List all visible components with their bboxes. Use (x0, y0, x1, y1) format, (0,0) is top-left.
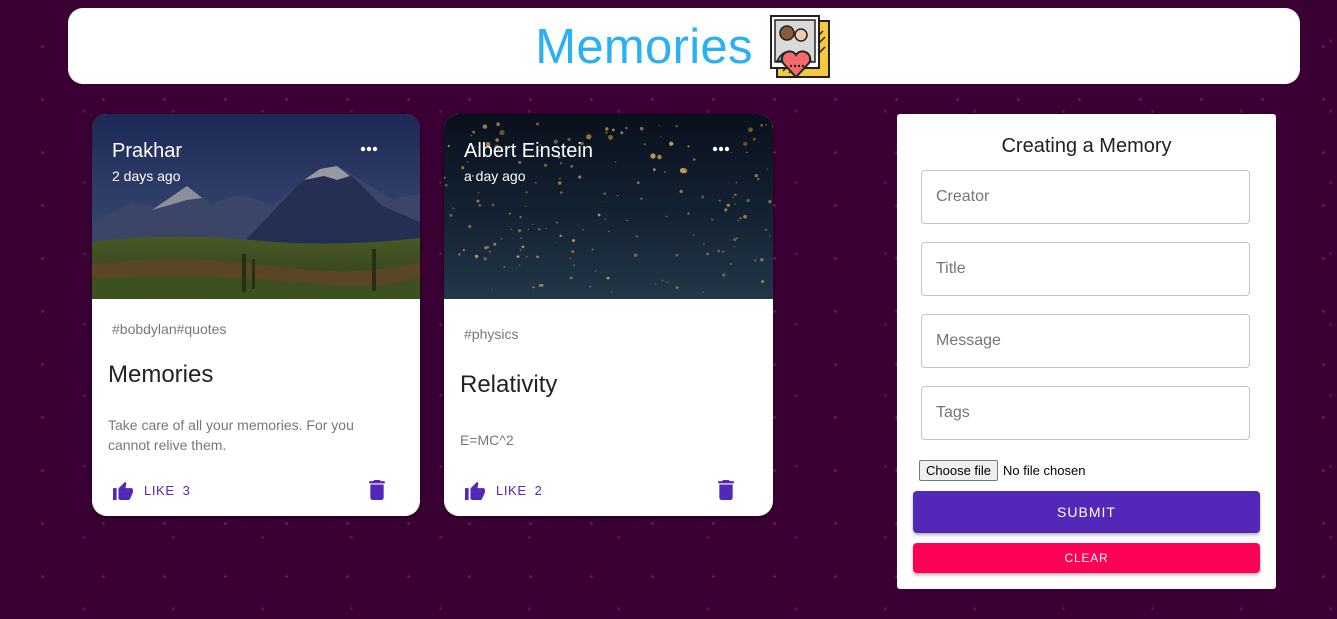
like-button[interactable]: LIKE 2 (464, 480, 542, 500)
like-count: 3 (182, 482, 191, 498)
creator-input[interactable] (922, 171, 1249, 223)
submit-button[interactable]: SUBMIT (913, 491, 1260, 533)
thumb-up-icon (465, 481, 485, 500)
post-title: Memories (108, 361, 214, 388)
create-memory-form: Creating a Memory Choose file No file ch… (897, 114, 1276, 589)
delete-icon[interactable] (717, 480, 735, 500)
title-input[interactable] (922, 243, 1249, 295)
like-label: LIKE (496, 482, 527, 498)
more-options-button[interactable] (360, 146, 378, 152)
clear-button[interactable]: CLEAR (913, 543, 1260, 573)
post-actions: LIKE 3 (112, 478, 386, 502)
file-picker: Choose file No file chosen (919, 460, 1085, 481)
message-field[interactable] (921, 314, 1250, 368)
message-input[interactable] (922, 315, 1249, 367)
like-button[interactable]: LIKE 3 (112, 480, 190, 500)
tags-input[interactable] (922, 387, 1249, 439)
like-count: 2 (534, 482, 543, 498)
post-tags: #physics (464, 326, 519, 342)
post-time: a day ago (464, 168, 526, 184)
file-status: No file chosen (1003, 463, 1086, 478)
post-tags: #bobdylan#quotes (112, 321, 227, 337)
delete-icon[interactable] (368, 480, 386, 500)
more-horiz-icon (360, 146, 378, 152)
form-heading: Creating a Memory (1001, 135, 1172, 157)
more-horiz-icon (712, 146, 730, 152)
post-actions: LIKE 2 (464, 478, 735, 502)
app-bar: Memories (68, 8, 1300, 84)
post-title: Relativity (460, 371, 558, 398)
choose-file-button[interactable]: Choose file (919, 460, 999, 481)
post-message: Take care of all your memories. For you … (108, 417, 354, 453)
post-time: 2 days ago (112, 168, 181, 184)
post-card: Prakhar 2 days ago #bobdylan#quotes Memo… (92, 114, 420, 516)
tags-field[interactable] (921, 386, 1250, 440)
title-field[interactable] (921, 242, 1250, 296)
thumb-up-icon (113, 481, 133, 500)
more-options-button[interactable] (712, 146, 730, 152)
creator-field[interactable] (921, 170, 1250, 224)
like-label: LIKE (144, 482, 175, 498)
post-creator: Albert Einstein (464, 140, 593, 162)
app-title: Memories (535, 20, 753, 74)
post-message: E=MC^2 (460, 432, 514, 448)
memories-photo-heart-icon (769, 15, 830, 79)
post-card: Albert Einstein a day ago #physics Relat… (444, 114, 773, 516)
post-creator: Prakhar (112, 140, 183, 162)
